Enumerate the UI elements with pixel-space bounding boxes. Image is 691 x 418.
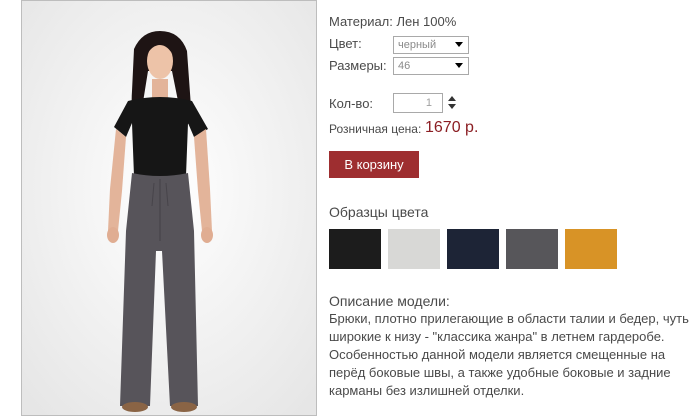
- size-select-value: 46: [398, 60, 411, 72]
- description-title: Описание модели:: [329, 293, 450, 309]
- add-to-cart-button[interactable]: В корзину: [329, 151, 419, 178]
- color-label: Цвет:: [329, 36, 362, 51]
- swatch-black[interactable]: [329, 229, 381, 269]
- color-select-value: черный: [398, 39, 437, 51]
- price-value: 1670 р.: [425, 119, 479, 136]
- swatch-mustard[interactable]: [565, 229, 617, 269]
- size-select[interactable]: 46: [393, 57, 469, 75]
- model-illustration: [22, 1, 316, 415]
- swatch-navy[interactable]: [447, 229, 499, 269]
- product-page: Материал: Лен 100% Цвет: черный Размеры:…: [0, 0, 691, 418]
- swatch-dark-gray[interactable]: [506, 229, 558, 269]
- quantity-label: Кол-во:: [329, 96, 374, 111]
- quantity-input[interactable]: [393, 93, 443, 113]
- color-select[interactable]: черный: [393, 36, 469, 54]
- color-samples-title: Образцы цвета: [329, 204, 429, 220]
- chevron-down-icon: [455, 63, 463, 68]
- arrow-down-icon: [448, 104, 456, 109]
- product-photo[interactable]: [21, 0, 317, 416]
- description-text: Брюки, плотно прилегающие в области тали…: [329, 311, 689, 398]
- material-text: Материал: Лен 100%: [329, 14, 457, 29]
- price-label: Розничная цена:: [329, 122, 422, 136]
- chevron-down-icon: [455, 42, 463, 47]
- quantity-decrease-button[interactable]: [448, 103, 456, 111]
- size-label: Размеры:: [329, 58, 387, 73]
- swatch-light-gray[interactable]: [388, 229, 440, 269]
- quantity-increase-button[interactable]: [448, 94, 456, 102]
- arrow-up-icon: [448, 96, 456, 101]
